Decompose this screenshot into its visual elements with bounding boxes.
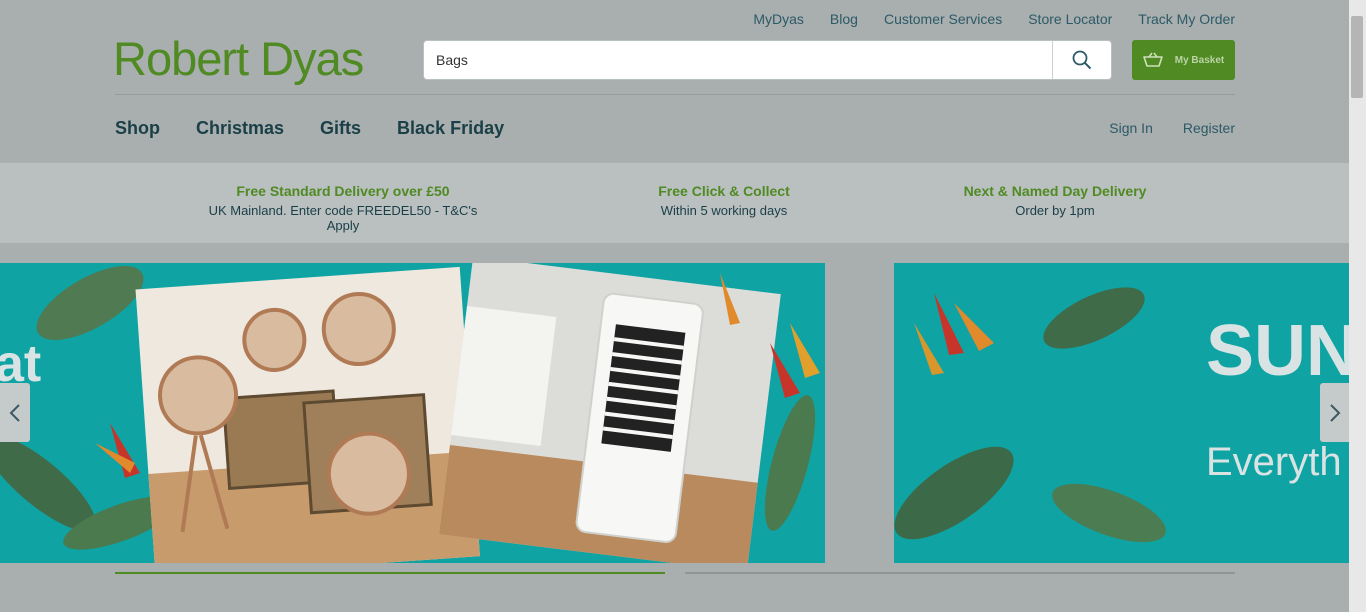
slide2-heading: SUN (1206, 311, 1349, 391)
usp-sub: UK Mainland. Enter code FREEDEL50 - T&C'… (208, 203, 478, 233)
chevron-left-icon (9, 403, 20, 422)
usp-title: Free Standard Delivery over £50 (236, 183, 450, 199)
store-locator-link[interactable]: Store Locator (1028, 11, 1112, 27)
nav-black-friday[interactable]: Black Friday (397, 118, 504, 139)
register-link[interactable]: Register (1183, 120, 1235, 136)
search-icon (1072, 50, 1092, 70)
basket-button[interactable]: My Basket (1132, 40, 1235, 80)
usp-sub: Within 5 working days (660, 203, 788, 218)
fans-slide-image: at (0, 263, 825, 563)
main-nav: Shop Christmas Gifts Black Friday (115, 118, 504, 139)
carousel-slide-fans[interactable]: at (0, 263, 825, 563)
search-bar (423, 40, 1112, 80)
usp-bar: Free Standard Delivery over £50 UK Mainl… (0, 163, 1349, 243)
blog-link[interactable]: Blog (830, 11, 858, 27)
hero-carousel: at SUN Everyth (0, 263, 1349, 563)
chevron-right-icon (1330, 403, 1341, 422)
carousel-indicator-active[interactable] (115, 572, 665, 574)
search-button[interactable] (1052, 41, 1111, 79)
customer-services-link[interactable]: Customer Services (884, 11, 1002, 27)
usp-delivery[interactable]: Free Standard Delivery over £50 UK Mainl… (193, 183, 493, 233)
scrollbar-thumb[interactable] (1351, 16, 1363, 98)
usp-click-collect[interactable]: Free Click & Collect Within 5 working da… (624, 183, 824, 218)
basket-icon (1142, 52, 1163, 67)
track-order-link[interactable]: Track My Order (1138, 11, 1235, 27)
logo[interactable]: Robert Dyas (113, 35, 364, 82)
mydyas-link[interactable]: MyDyas (753, 11, 804, 27)
usp-next-day[interactable]: Next & Named Day Delivery Order by 1pm (935, 183, 1175, 218)
top-links: MyDyas Blog Customer Services Store Loca… (753, 0, 1235, 38)
summer-slide-image: SUN Everyth (894, 263, 1349, 563)
carousel-slide-summer[interactable]: SUN Everyth (894, 263, 1349, 563)
usp-sub: Order by 1pm (1015, 203, 1095, 218)
search-input[interactable] (424, 41, 1052, 79)
auth-links: Sign In Register (1109, 120, 1235, 136)
nav-shop[interactable]: Shop (115, 118, 160, 139)
sign-in-link[interactable]: Sign In (1109, 120, 1153, 136)
nav-gifts[interactable]: Gifts (320, 118, 361, 139)
nav-christmas[interactable]: Christmas (196, 118, 284, 139)
carousel-next-button[interactable] (1320, 383, 1349, 442)
header-divider (115, 94, 1235, 95)
carousel-indicators (115, 572, 1235, 575)
carousel-prev-button[interactable] (0, 383, 30, 442)
carousel-indicator[interactable] (685, 572, 1235, 574)
usp-title: Free Click & Collect (658, 183, 790, 199)
basket-label: My Basket (1174, 54, 1225, 66)
usp-title: Next & Named Day Delivery (963, 183, 1147, 199)
slide2-subtext: Everyth (1206, 440, 1342, 484)
